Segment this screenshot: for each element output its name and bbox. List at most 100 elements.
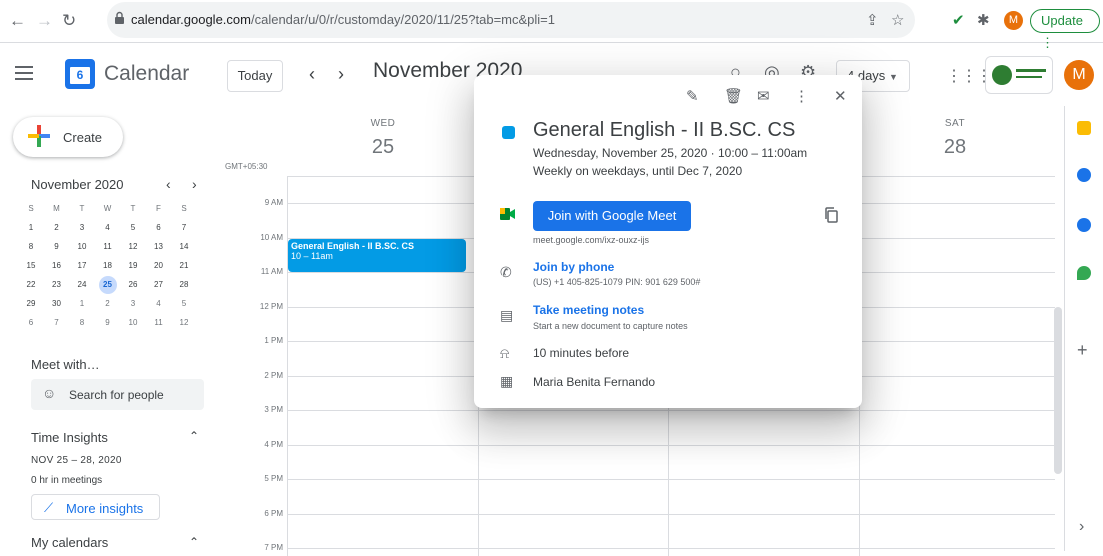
extensions-puzzle-icon[interactable]: ✱: [977, 11, 990, 29]
today-button[interactable]: Today: [227, 60, 283, 92]
insights-meetings-hours: 0 hr in meetings: [31, 475, 103, 486]
expand-panel-chevron-icon[interactable]: ›: [1079, 518, 1084, 536]
create-button[interactable]: Create: [13, 117, 123, 157]
mini-day[interactable]: 19: [122, 257, 144, 275]
mini-day[interactable]: 28: [173, 276, 195, 294]
share-icon[interactable]: ⇪: [866, 11, 879, 29]
mini-day[interactable]: 17: [71, 257, 93, 275]
more-insights-label: More insights: [66, 501, 144, 516]
mini-day[interactable]: 29: [20, 295, 42, 313]
mini-prev-month-icon[interactable]: ‹: [166, 176, 171, 192]
mini-day[interactable]: 23: [46, 276, 68, 294]
copy-link-icon[interactable]: [824, 207, 838, 223]
mini-day[interactable]: 7: [173, 219, 195, 237]
update-label: Update: [1041, 13, 1083, 28]
create-plus-icon: [28, 125, 50, 147]
close-icon[interactable]: ✕: [834, 87, 847, 105]
mini-day[interactable]: 22: [20, 276, 42, 294]
mini-day[interactable]: 14: [173, 238, 195, 256]
mini-day[interactable]: 25: [98, 276, 117, 294]
mini-day[interactable]: 24: [71, 276, 93, 294]
reload-icon[interactable]: ↻: [62, 12, 76, 30]
delete-trash-icon[interactable]: 🗑: [724, 87, 743, 105]
mini-day[interactable]: 10: [71, 238, 93, 256]
main-menu-icon[interactable]: [15, 66, 33, 80]
bookmark-star-icon[interactable]: ☆: [891, 11, 904, 29]
mini-day[interactable]: 18: [97, 257, 119, 275]
search-people-placeholder: Search for people: [69, 388, 164, 402]
mini-day[interactable]: 30: [46, 295, 68, 313]
search-people-input[interactable]: ☺ Search for people: [31, 379, 204, 410]
google-meet-icon: [500, 208, 515, 220]
account-avatar[interactable]: M: [1064, 60, 1094, 90]
next-period-chevron-icon[interactable]: ›: [338, 64, 344, 85]
mini-day[interactable]: 3: [71, 219, 93, 237]
mini-day[interactable]: 27: [148, 276, 170, 294]
bell-icon: ⍾: [500, 345, 510, 361]
keep-icon[interactable]: [1077, 121, 1091, 135]
day-of-week: WED: [370, 118, 396, 129]
mini-day[interactable]: 9: [46, 238, 68, 256]
prev-period-chevron-icon[interactable]: ‹: [309, 64, 315, 85]
mini-day[interactable]: 26: [122, 276, 144, 294]
mini-next-month-icon[interactable]: ›: [192, 176, 197, 192]
mini-day[interactable]: 12: [122, 238, 144, 256]
mini-day[interactable]: 1: [71, 295, 93, 313]
mini-day[interactable]: 8: [20, 238, 42, 256]
checkmark-extension-icon[interactable]: ✔: [952, 11, 965, 29]
browser-profile-avatar[interactable]: M: [1004, 11, 1023, 30]
mini-weekday-header: W: [103, 204, 112, 213]
mini-weekday-header: T: [130, 204, 136, 213]
calendar-logo-icon: 6: [65, 59, 95, 89]
mini-day[interactable]: 12: [173, 314, 195, 332]
maps-icon[interactable]: [1077, 266, 1091, 280]
mini-day[interactable]: 5: [122, 219, 144, 237]
mini-weekday-header: S: [28, 204, 34, 213]
add-addon-plus-icon[interactable]: +: [1077, 340, 1088, 361]
my-calendars-collapse-icon[interactable]: ⌃: [189, 535, 199, 549]
mini-day[interactable]: 15: [20, 257, 42, 275]
more-insights-button[interactable]: ⟋ More insights: [31, 494, 160, 520]
mini-day[interactable]: 6: [20, 314, 42, 332]
take-notes-link[interactable]: Take meeting notes: [533, 303, 644, 317]
mini-day[interactable]: 2: [97, 295, 119, 313]
mini-day[interactable]: 4: [97, 219, 119, 237]
app-name: Calendar: [104, 62, 190, 85]
mini-day[interactable]: 4: [148, 295, 170, 313]
mini-day[interactable]: 20: [148, 257, 170, 275]
mini-day[interactable]: 6: [148, 219, 170, 237]
edit-pencil-icon[interactable]: ✎: [686, 87, 699, 105]
day-header-sat[interactable]: SAT 28: [905, 118, 1005, 159]
join-meet-button[interactable]: Join with Google Meet: [533, 201, 691, 231]
contacts-icon[interactable]: [1077, 218, 1091, 232]
mini-day[interactable]: 21: [173, 257, 195, 275]
update-button[interactable]: Update ⋮: [1030, 9, 1100, 50]
organization-logo[interactable]: [985, 56, 1053, 94]
grid-scrollbar[interactable]: [1054, 307, 1062, 474]
back-icon[interactable]: ←: [9, 12, 26, 30]
mini-day[interactable]: 16: [46, 257, 68, 275]
calendar-event[interactable]: General English - II B.SC. CS 10 – 11am: [288, 239, 466, 272]
event-title: General English - II B.SC. CS: [291, 241, 415, 251]
mini-day[interactable]: 11: [148, 314, 170, 332]
day-header-wed[interactable]: WED 25: [333, 118, 433, 159]
mini-weekday-header: F: [156, 204, 161, 213]
meet-link[interactable]: meet.google.com/ixz-ouxz-ijs: [533, 235, 649, 245]
forward-icon[interactable]: →: [36, 12, 53, 30]
mini-day[interactable]: 5: [173, 295, 195, 313]
time-insights-collapse-icon[interactable]: ⌃: [189, 429, 199, 443]
tasks-icon[interactable]: [1077, 168, 1091, 182]
email-envelope-icon[interactable]: ✉: [757, 87, 770, 105]
mini-day[interactable]: 3: [122, 295, 144, 313]
join-by-phone-link[interactable]: Join by phone: [533, 260, 614, 274]
mini-day[interactable]: 7: [46, 314, 68, 332]
mini-day[interactable]: 11: [97, 238, 119, 256]
mini-day[interactable]: 8: [71, 314, 93, 332]
mini-day[interactable]: 9: [97, 314, 119, 332]
hour-line: [287, 444, 1055, 446]
more-options-icon[interactable]: ⋮: [794, 87, 809, 105]
mini-day[interactable]: 10: [122, 314, 144, 332]
mini-day[interactable]: 2: [46, 219, 68, 237]
mini-day[interactable]: 1: [20, 219, 42, 237]
mini-day[interactable]: 13: [148, 238, 170, 256]
